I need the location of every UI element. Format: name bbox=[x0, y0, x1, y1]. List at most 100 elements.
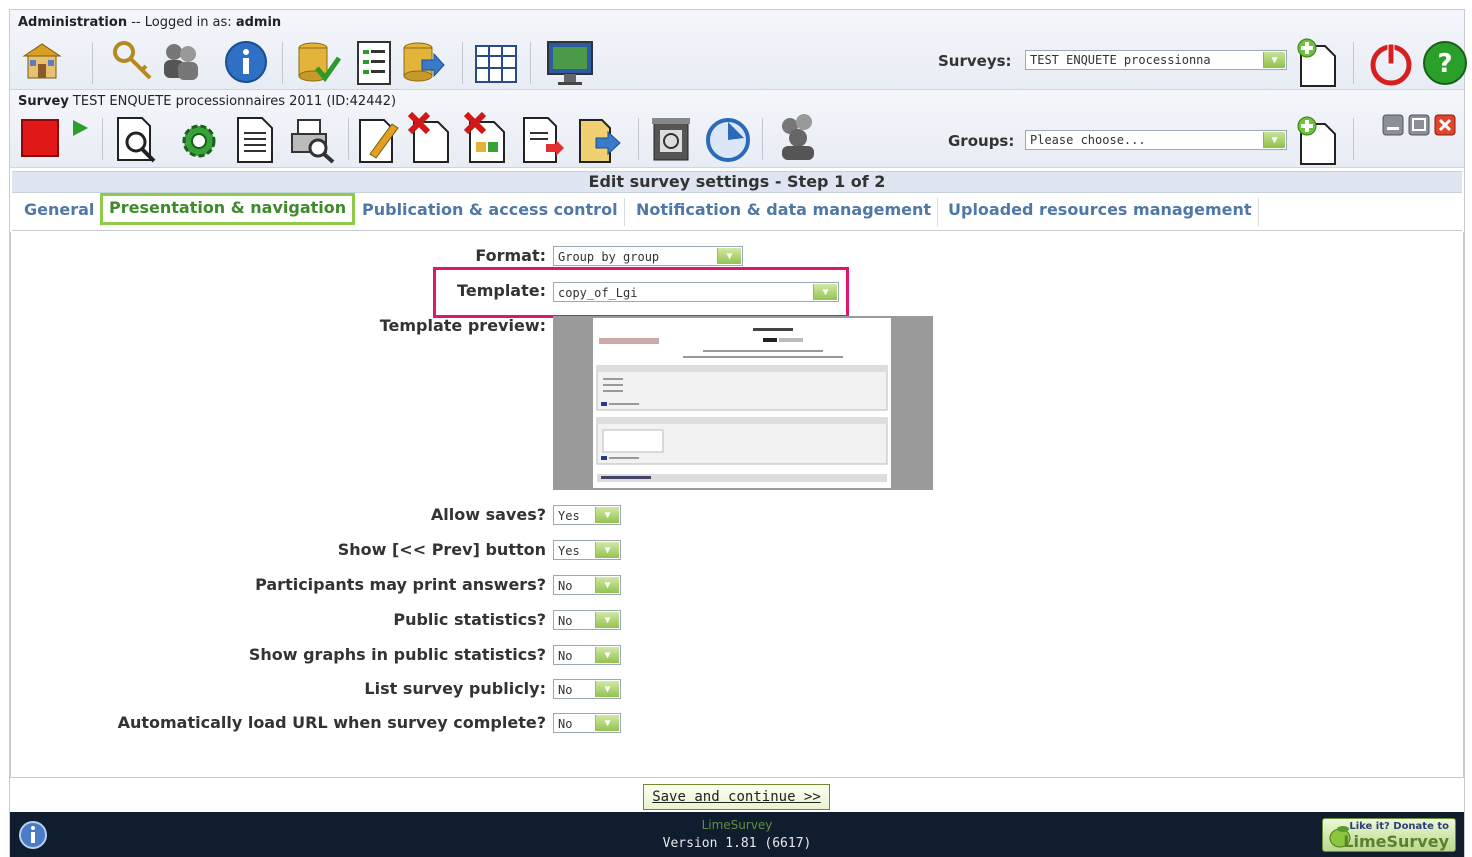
admin-toolbar: Administration -- Logged in as: admin Su… bbox=[10, 10, 1467, 90]
database-check-icon[interactable] bbox=[295, 40, 341, 86]
print-answers-label: Participants may print answers? bbox=[255, 575, 546, 594]
list-publicly-select[interactable]: No ▼ bbox=[553, 679, 621, 699]
database-export-icon[interactable] bbox=[400, 40, 446, 86]
footer-version: Version 1.81 (6617) bbox=[662, 836, 812, 851]
donate-button[interactable]: Like it? Donate to LimeSurvey bbox=[1322, 818, 1456, 852]
admin-title-bold: Administration bbox=[18, 15, 128, 30]
screen-icon[interactable] bbox=[546, 40, 594, 86]
show-prev-button-select[interactable]: Yes ▼ bbox=[553, 540, 621, 560]
chevron-down-icon: ▼ bbox=[1263, 132, 1285, 148]
public-statistics-label: Public statistics? bbox=[393, 610, 546, 629]
survey-toolbar: Survey TEST ENQUETE processionnaires 201… bbox=[10, 90, 1464, 168]
toolbar-separator bbox=[530, 42, 531, 84]
show-prev-button-value: Yes bbox=[558, 544, 580, 558]
page-title: Edit survey settings - Step 1 of 2 bbox=[12, 171, 1462, 193]
public-statistics-value: No bbox=[558, 614, 573, 628]
close-icon[interactable] bbox=[1434, 114, 1456, 136]
groups-label: Groups: bbox=[948, 132, 1015, 150]
tab-publication-access[interactable]: Publication & access control bbox=[356, 198, 625, 226]
template-select-value: copy_of_Lgi bbox=[558, 286, 638, 300]
autoload-url-select[interactable]: No ▼ bbox=[553, 713, 621, 733]
survey-title-bold: Survey bbox=[18, 94, 69, 109]
home-icon[interactable] bbox=[20, 40, 64, 84]
settings-gear-icon[interactable] bbox=[176, 118, 222, 164]
add-group-icon[interactable] bbox=[1295, 116, 1339, 166]
save-and-continue-button[interactable]: Save and continue >> bbox=[643, 784, 830, 810]
chevron-down-icon: ▼ bbox=[595, 647, 619, 663]
admin-user: admin bbox=[235, 15, 282, 30]
admin-title: Administration -- Logged in as: admin bbox=[18, 15, 281, 30]
toolbar-separator bbox=[92, 42, 93, 84]
format-select[interactable]: Group by group ▼ bbox=[553, 246, 743, 266]
template-label: Template: bbox=[457, 281, 546, 300]
add-survey-icon[interactable] bbox=[1295, 38, 1339, 88]
keys-icon[interactable] bbox=[110, 38, 156, 84]
allow-saves-value: Yes bbox=[558, 509, 580, 523]
toolbar-separator bbox=[102, 118, 103, 160]
template-select[interactable]: copy_of_Lgi ▼ bbox=[553, 282, 839, 302]
admin-title-rest: -- Logged in as: bbox=[127, 15, 236, 30]
delete-responses-icon[interactable] bbox=[464, 112, 510, 164]
settings-tabs: General Presentation & navigation Public… bbox=[12, 193, 1462, 231]
toolbar-separator bbox=[762, 118, 763, 160]
groups-select-value: Please choose... bbox=[1030, 133, 1146, 147]
preview-icon[interactable] bbox=[114, 116, 158, 164]
survey-title: Survey TEST ENQUETE processionnaires 201… bbox=[18, 94, 396, 109]
template-preview-image bbox=[553, 316, 933, 490]
info-icon[interactable] bbox=[224, 40, 268, 84]
document-list-icon[interactable] bbox=[354, 40, 394, 86]
help-icon[interactable]: ? bbox=[1422, 40, 1468, 86]
import-icon[interactable] bbox=[576, 116, 624, 164]
chevron-down-icon: ▼ bbox=[595, 612, 619, 628]
print-answers-value: No bbox=[558, 579, 573, 593]
export-doc-icon[interactable] bbox=[520, 116, 566, 164]
donate-line2: LimeSurvey bbox=[1343, 832, 1449, 851]
maximize-icon[interactable] bbox=[1408, 114, 1430, 136]
surveys-label: Surveys: bbox=[938, 52, 1012, 70]
tab-uploaded-resources[interactable]: Uploaded resources management bbox=[942, 198, 1259, 226]
surveys-select[interactable]: TEST ENQUETE processionna ▼ bbox=[1025, 50, 1287, 70]
toolbar-separator bbox=[1353, 118, 1354, 160]
template-preview-page bbox=[593, 318, 891, 488]
power-icon[interactable] bbox=[1368, 40, 1414, 86]
form-divider bbox=[10, 777, 1464, 778]
list-publicly-value: No bbox=[558, 683, 573, 697]
toolbar-separator bbox=[348, 118, 349, 160]
toolbar-separator bbox=[638, 118, 639, 160]
donate-line1: Like it? Donate to bbox=[1349, 821, 1449, 832]
chevron-down-icon: ▼ bbox=[595, 715, 619, 731]
users-group-icon[interactable] bbox=[774, 112, 826, 164]
footer-brand[interactable]: LimeSurvey bbox=[10, 818, 1464, 832]
document-icon[interactable] bbox=[234, 116, 276, 164]
tokens-icon[interactable] bbox=[650, 114, 692, 162]
allow-saves-select[interactable]: Yes ▼ bbox=[553, 505, 621, 525]
toolbar-separator bbox=[462, 42, 463, 84]
list-publicly-label: List survey publicly: bbox=[364, 679, 546, 698]
print-preview-icon[interactable] bbox=[286, 116, 336, 164]
public-statistics-select[interactable]: No ▼ bbox=[553, 610, 621, 630]
grid-icon[interactable] bbox=[474, 44, 518, 84]
survey-title-rest: TEST ENQUETE processionnaires 2011 (ID:4… bbox=[68, 94, 397, 109]
play-icon[interactable] bbox=[70, 118, 90, 138]
groups-select[interactable]: Please choose... ▼ bbox=[1025, 130, 1287, 150]
chevron-down-icon: ▼ bbox=[595, 577, 619, 593]
svg-text:?: ? bbox=[1437, 49, 1452, 79]
stop-icon[interactable] bbox=[20, 118, 60, 158]
tab-notification-data[interactable]: Notification & data management bbox=[630, 198, 939, 226]
chevron-down-icon: ▼ bbox=[595, 681, 619, 697]
show-graphs-value: No bbox=[558, 649, 573, 663]
tab-presentation-navigation[interactable]: Presentation & navigation bbox=[100, 193, 356, 225]
autoload-url-value: No bbox=[558, 717, 573, 731]
show-graphs-label: Show graphs in public statistics? bbox=[248, 645, 546, 664]
minimize-icon[interactable] bbox=[1382, 114, 1404, 136]
users-icon[interactable] bbox=[158, 38, 204, 84]
delete-doc-icon[interactable] bbox=[408, 112, 452, 164]
show-graphs-select[interactable]: No ▼ bbox=[553, 645, 621, 665]
edit-icon[interactable] bbox=[356, 116, 400, 164]
autoload-url-label: Automatically load URL when survey compl… bbox=[117, 713, 546, 732]
timer-icon[interactable] bbox=[704, 116, 752, 164]
toolbar-separator bbox=[282, 42, 283, 84]
tab-general[interactable]: General bbox=[18, 198, 102, 226]
print-answers-select[interactable]: No ▼ bbox=[553, 575, 621, 595]
allow-saves-label: Allow saves? bbox=[430, 505, 546, 524]
